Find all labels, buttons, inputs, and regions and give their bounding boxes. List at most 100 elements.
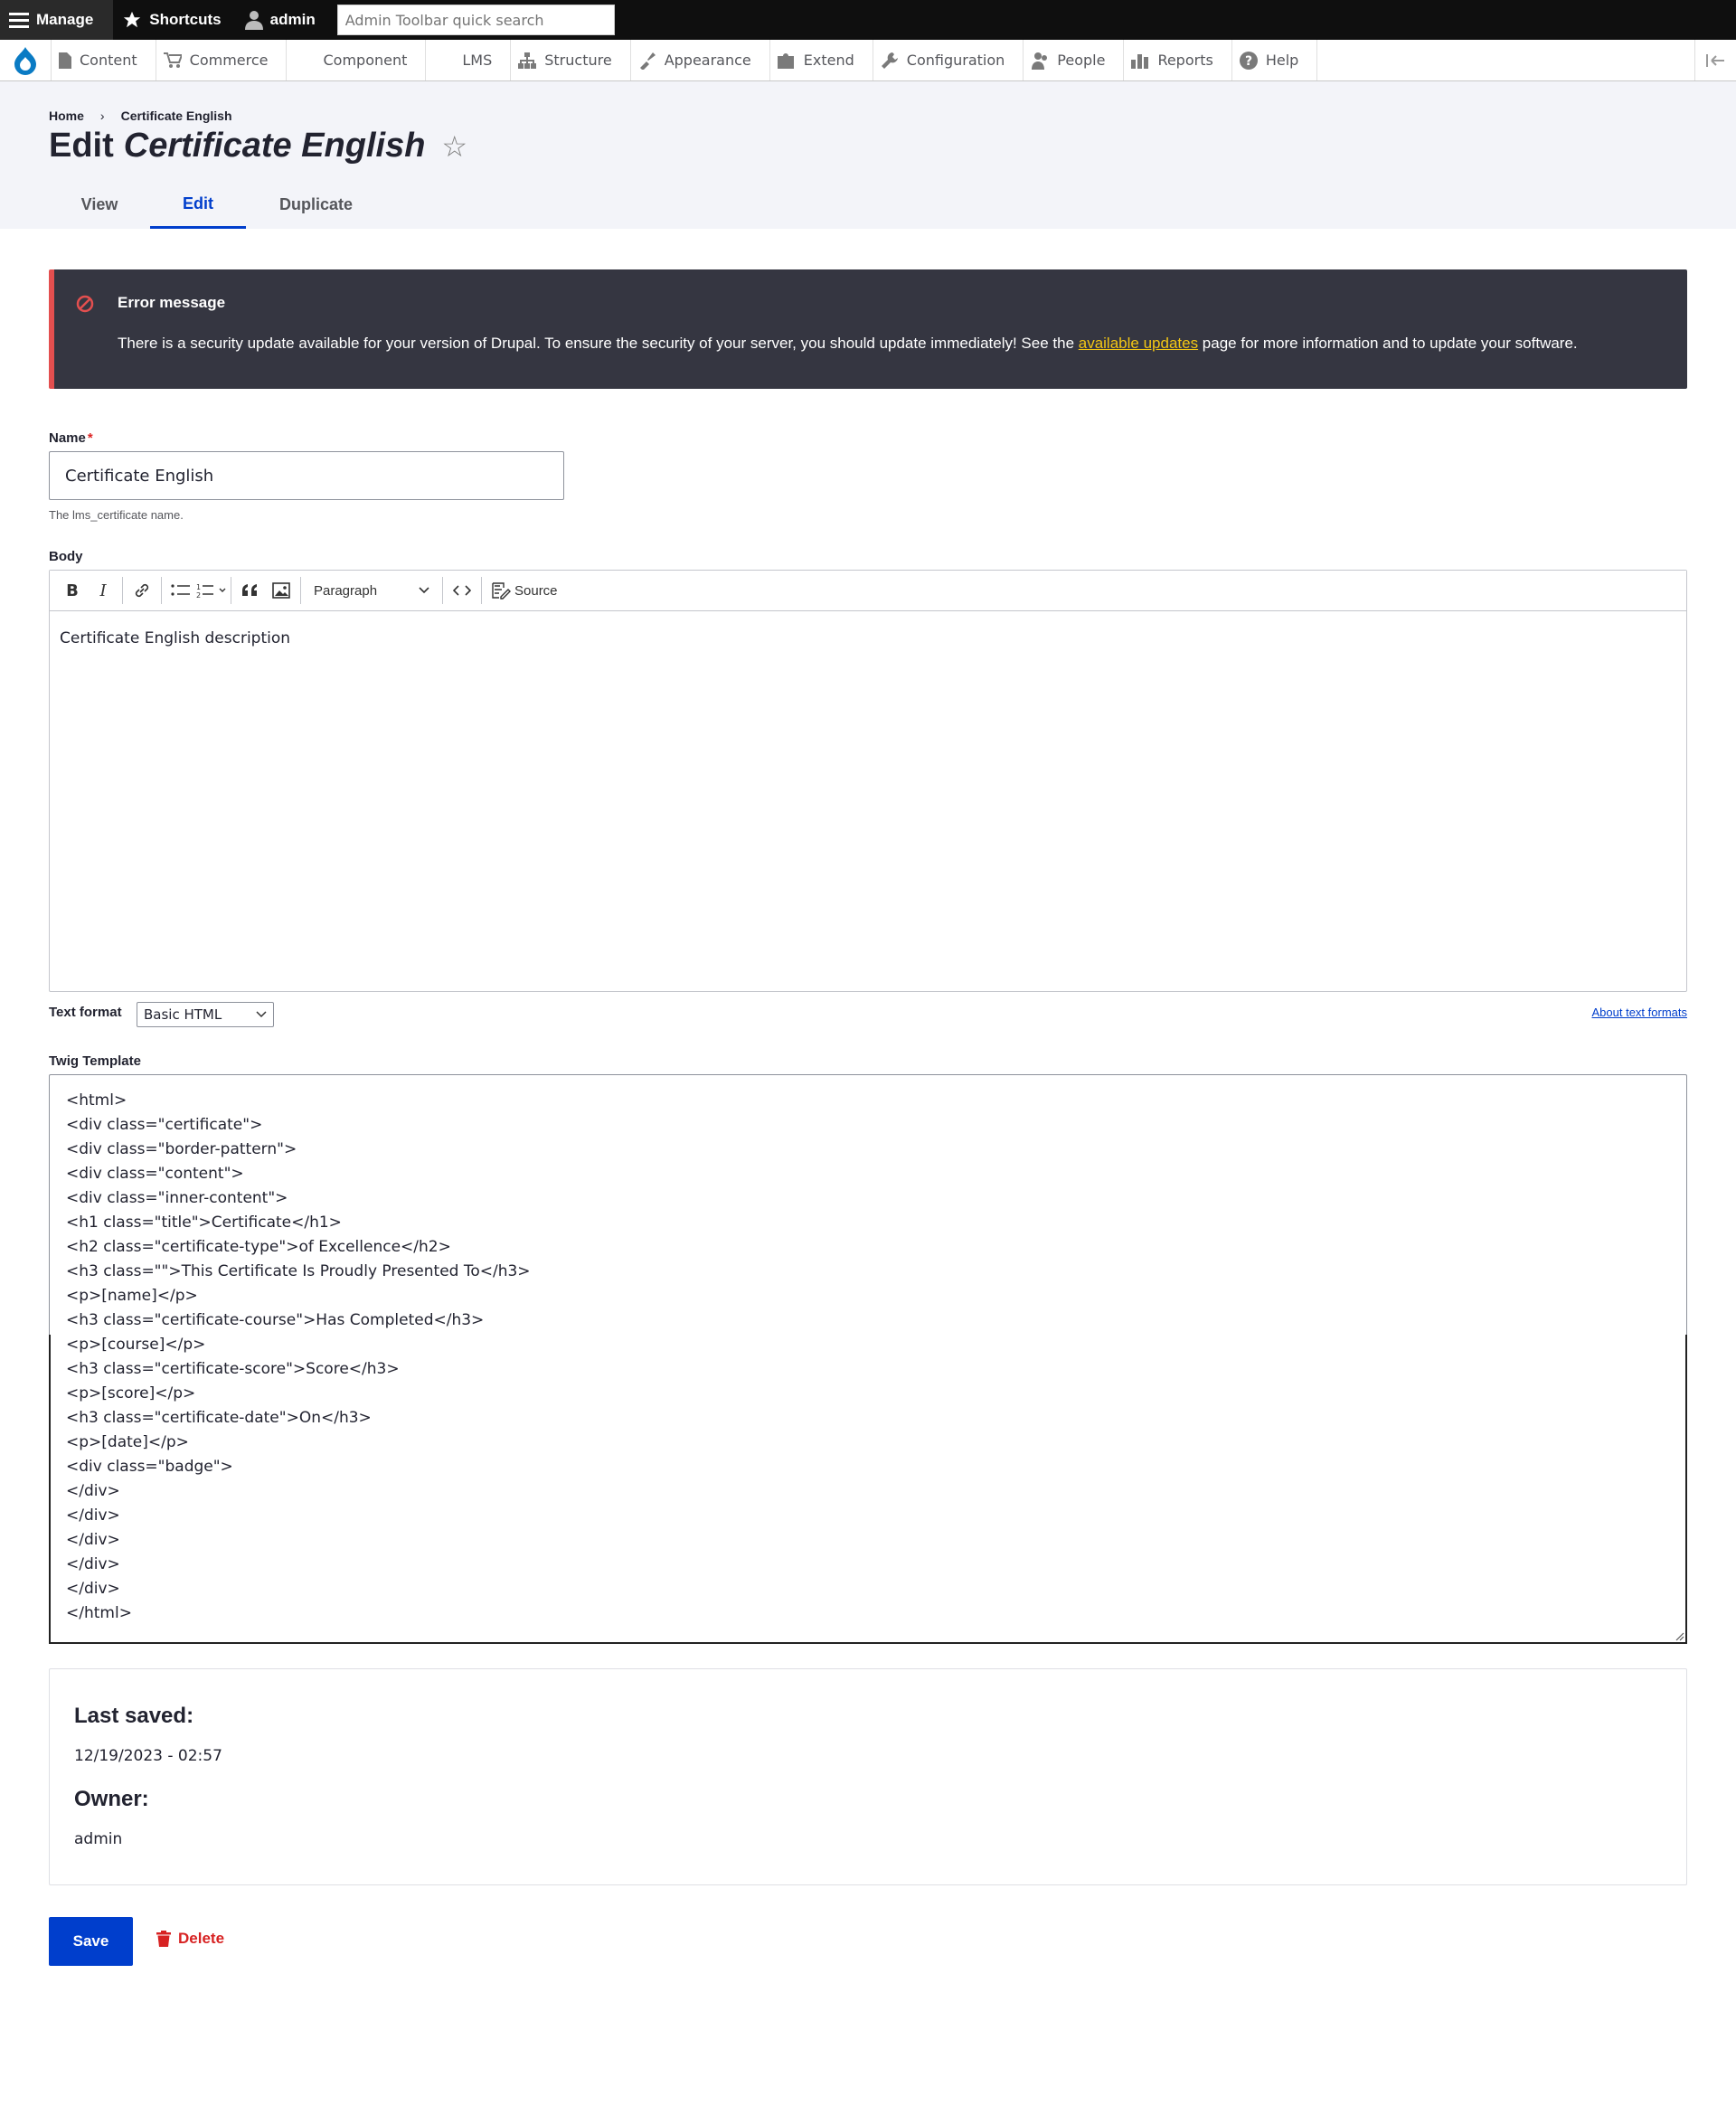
- breadcrumb-current[interactable]: Certificate English: [121, 109, 232, 123]
- numbered-list-button[interactable]: 12: [196, 575, 227, 606]
- menu-component-label: Component: [323, 52, 408, 69]
- user-button[interactable]: admin: [236, 0, 330, 40]
- save-button[interactable]: Save: [49, 1917, 133, 1966]
- toolbar-separator: [300, 577, 301, 604]
- wrench-icon: [881, 52, 898, 69]
- cart-icon: [163, 52, 182, 68]
- last-saved-value: 12/19/2023 - 02:57: [74, 1747, 222, 1765]
- twig-line: <h3 class="certificate-score">Score</h3>: [66, 1360, 400, 1378]
- twig-line: <p>[date]</p>: [66, 1433, 189, 1451]
- name-description: The lms_certificate name.: [49, 508, 184, 522]
- error-text: There is a security update available for…: [118, 335, 1578, 353]
- twig-line: </div>: [66, 1580, 120, 1598]
- twig-line: <p>[course]</p>: [66, 1336, 206, 1354]
- menu-configuration-label: Configuration: [906, 52, 1005, 69]
- manage-button[interactable]: Manage: [0, 0, 114, 40]
- image-icon: [272, 582, 290, 599]
- menu-content[interactable]: Content: [52, 40, 156, 80]
- delete-label: Delete: [178, 1930, 225, 1947]
- collapse-icon: [1705, 53, 1724, 67]
- twig-template-label: Twig Template: [49, 1053, 141, 1069]
- menu-commerce-label: Commerce: [189, 52, 269, 69]
- twig-line: <h1 class="title">Certificate</h1>: [66, 1214, 342, 1232]
- file-icon: [59, 52, 71, 69]
- twig-line: <div class="inner-content">: [66, 1189, 288, 1207]
- menu-reports[interactable]: Reports: [1124, 40, 1232, 80]
- twig-line: </div>: [66, 1482, 120, 1500]
- bulleted-list-button[interactable]: [165, 575, 196, 606]
- name-label: Name *: [49, 430, 93, 446]
- menu-structure-label: Structure: [544, 52, 612, 69]
- puzzle-icon: [777, 52, 794, 69]
- menu-structure[interactable]: Structure: [511, 40, 631, 80]
- twig-line: <div class="badge">: [66, 1458, 233, 1476]
- svg-text:?: ?: [1245, 54, 1252, 69]
- manage-label: Manage: [36, 11, 94, 28]
- tab-view[interactable]: View: [49, 181, 150, 229]
- numbered-list-icon: 12: [196, 583, 226, 599]
- page-title: Edit Certificate English ☆: [49, 127, 467, 165]
- svg-text:2: 2: [196, 591, 201, 599]
- twig-template-textarea[interactable]: <html> <div class="certificate"> <div cl…: [49, 1074, 1687, 1644]
- sitemap-icon: [518, 52, 537, 69]
- drupal-logo[interactable]: [0, 40, 52, 80]
- star-icon: [124, 11, 141, 28]
- menu-lms[interactable]: LMS: [426, 40, 512, 80]
- delete-link[interactable]: Delete: [156, 1930, 224, 1948]
- admin-toolbar: Manage Shortcuts admin: [0, 0, 1736, 40]
- resize-handle-icon[interactable]: [1674, 1630, 1684, 1641]
- toolbar-separator: [161, 577, 162, 604]
- menu-people[interactable]: People: [1024, 40, 1125, 80]
- breadcrumb-separator: ›: [99, 109, 105, 123]
- error-icon: [76, 295, 94, 313]
- menu-extend[interactable]: Extend: [770, 40, 873, 80]
- tab-duplicate[interactable]: Duplicate: [246, 181, 386, 229]
- user-icon: [244, 11, 263, 30]
- paintbrush-icon: [639, 52, 656, 70]
- code-button[interactable]: [447, 575, 477, 606]
- twig-line: <div class="content">: [66, 1165, 244, 1183]
- svg-text:1: 1: [196, 583, 201, 591]
- text-format-select[interactable]: Basic HTML: [137, 1002, 274, 1027]
- menu-appearance-label: Appearance: [664, 52, 751, 69]
- about-text-formats-link[interactable]: About text formats: [1592, 1006, 1688, 1019]
- text-format-label: Text format: [49, 1005, 122, 1020]
- menu-help[interactable]: ? Help: [1232, 40, 1318, 80]
- breadcrumb-home[interactable]: Home: [49, 109, 84, 123]
- help-icon: ?: [1239, 51, 1258, 70]
- link-button[interactable]: [127, 575, 157, 606]
- last-saved-label: Last saved:: [74, 1704, 194, 1728]
- heading-dropdown[interactable]: Paragraph: [305, 575, 439, 606]
- menu-commerce[interactable]: Commerce: [156, 40, 288, 80]
- menu-appearance[interactable]: Appearance: [631, 40, 770, 80]
- page-title-prefix: Edit: [49, 127, 114, 165]
- bold-button[interactable]: B: [57, 575, 88, 606]
- twig-line: <html>: [66, 1091, 127, 1110]
- menu-content-label: Content: [80, 52, 137, 69]
- menu-configuration[interactable]: Configuration: [873, 40, 1024, 80]
- twig-line: <h3 class="">This Certificate Is Proudly…: [66, 1262, 531, 1280]
- menu-component[interactable]: Component: [287, 40, 427, 80]
- editor-toolbar: B I 12 Paragraph Source: [50, 571, 1686, 611]
- shortcut-star-icon[interactable]: ☆: [441, 129, 467, 164]
- menu-people-label: People: [1057, 52, 1106, 69]
- breadcrumb: Home › Certificate English: [49, 109, 232, 123]
- twig-line: </div>: [66, 1531, 120, 1549]
- blockquote-button[interactable]: [235, 575, 266, 606]
- name-input[interactable]: [49, 451, 564, 500]
- toolbar-search-input[interactable]: [336, 5, 615, 35]
- body-editor-content[interactable]: Certificate English description: [50, 611, 1686, 666]
- available-updates-link[interactable]: available updates: [1079, 335, 1198, 352]
- source-label: Source: [514, 582, 558, 599]
- menu-reports-label: Reports: [1157, 52, 1213, 69]
- tray-orientation-toggle[interactable]: [1694, 40, 1736, 80]
- twig-line: <p>[name]</p>: [66, 1287, 198, 1305]
- italic-button[interactable]: I: [88, 575, 118, 606]
- error-text-after: page for more information and to update …: [1198, 335, 1578, 352]
- tab-edit[interactable]: Edit: [150, 181, 246, 229]
- shortcuts-button[interactable]: Shortcuts: [113, 0, 235, 40]
- source-icon: [492, 582, 511, 600]
- insert-image-button[interactable]: [266, 575, 297, 606]
- body-editor: B I 12 Paragraph Source Certificate Engl…: [49, 570, 1687, 992]
- source-button[interactable]: Source: [486, 581, 563, 600]
